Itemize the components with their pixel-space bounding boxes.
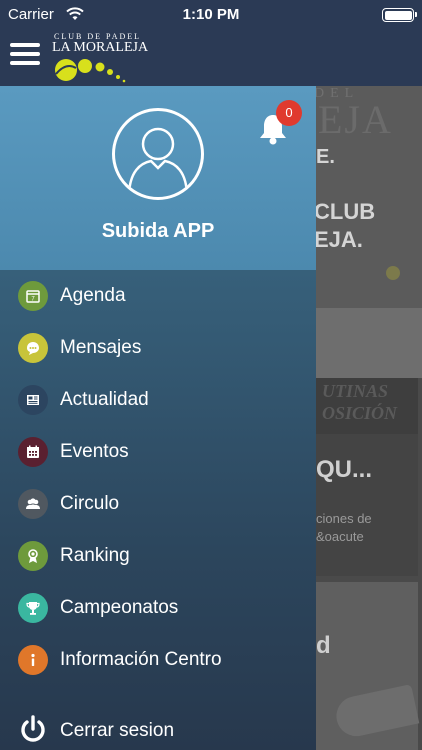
clock: 1:10 PM: [182, 6, 240, 23]
app-header: CLUB DE PADEL LA MORALEJA: [0, 30, 422, 86]
background-hero-logo: EJA: [318, 97, 393, 142]
background-strip: [316, 308, 422, 378]
user-avatar-icon[interactable]: [112, 108, 204, 200]
background-hero-club-line2: EJA.: [316, 227, 363, 252]
menu-item-label: Ranking: [60, 545, 130, 566]
background-content[interactable]: DEL EJA E. CLUB EJA. UTINAS OSICIÓN QU..…: [316, 86, 422, 750]
background-news-card-text-line1: ciones de: [316, 511, 372, 526]
menu-item-informacion-centro[interactable]: Información Centro: [0, 634, 316, 686]
background-news-card-image: UTINAS OSICIÓN: [316, 378, 418, 434]
menu-item-label: Agenda: [60, 285, 126, 306]
menu-item-label: Campeonatos: [60, 597, 179, 618]
calendar-icon: 7: [18, 281, 48, 311]
background-news-card-text-line2: &oacute: [316, 529, 364, 544]
menu-item-actualidad[interactable]: Actualidad: [0, 374, 316, 426]
info-icon: [18, 645, 48, 675]
drawer-header: Subida APP 0: [0, 86, 316, 270]
notification-count-badge[interactable]: 0: [276, 100, 302, 126]
background-hero-text: E.: [316, 146, 335, 168]
background-news-card-overlay-line2: OSICIÓN: [322, 403, 398, 423]
menu-item-campeonatos[interactable]: Campeonatos: [0, 582, 316, 634]
logout-label: Cerrar sesion: [60, 720, 175, 741]
background-news-card-title: QU...: [316, 456, 373, 483]
newspaper-icon: [18, 385, 48, 415]
event-calendar-icon: [18, 437, 48, 467]
background-news-card-2-image: [332, 684, 420, 740]
background-news-card-2[interactable]: d: [316, 582, 420, 750]
background-news-card-2-title: d: [316, 632, 331, 659]
background-hero-club: CLUB EJA.: [316, 198, 375, 254]
status-bar: Carrier 1:10 PM: [0, 0, 422, 30]
menu-item-eventos[interactable]: Eventos: [0, 426, 316, 478]
menu-item-label: Información Centro: [60, 649, 222, 670]
logo-title: LA MORALEJA: [52, 40, 149, 55]
menu-item-mensajes[interactable]: Mensajes: [0, 322, 316, 374]
menu-item-label: Eventos: [60, 441, 129, 462]
power-icon: [19, 714, 47, 749]
background-news-card-overlay-line1: UTINAS: [322, 381, 389, 401]
menu-item-agenda[interactable]: 7 Agenda: [0, 270, 316, 322]
background-hero: DEL EJA E. CLUB EJA.: [316, 86, 422, 308]
background-news-card-text: ciones de &oacute: [316, 510, 372, 546]
side-drawer: Subida APP 0 7 Agenda Mensajes Actualida…: [0, 86, 316, 750]
chat-icon: [18, 333, 48, 363]
menu-item-label: Mensajes: [60, 337, 142, 358]
hamburger-icon[interactable]: [10, 43, 40, 67]
menu-item-label: Actualidad: [60, 389, 149, 410]
logout-button[interactable]: Cerrar sesion: [0, 710, 316, 750]
logo-balls-icon: [55, 59, 126, 83]
menu-item-label: Circulo: [60, 493, 120, 514]
trophy-icon: [18, 593, 48, 623]
background-news-card[interactable]: UTINAS OSICIÓN QU... ciones de &oacute: [316, 378, 418, 576]
club-logo: CLUB DE PADEL LA MORALEJA: [52, 32, 162, 84]
background-ball-icon: [386, 266, 400, 280]
background-hero-club-line1: CLUB: [316, 199, 376, 224]
user-name: Subida APP: [101, 220, 215, 242]
medal-icon: [18, 541, 48, 571]
menu-item-ranking[interactable]: Ranking: [0, 530, 316, 582]
background-news-card-overlay: UTINAS OSICIÓN: [322, 380, 397, 424]
group-icon: [18, 489, 48, 519]
menu-item-circulo[interactable]: Circulo: [0, 478, 316, 530]
battery-icon: [382, 8, 417, 22]
